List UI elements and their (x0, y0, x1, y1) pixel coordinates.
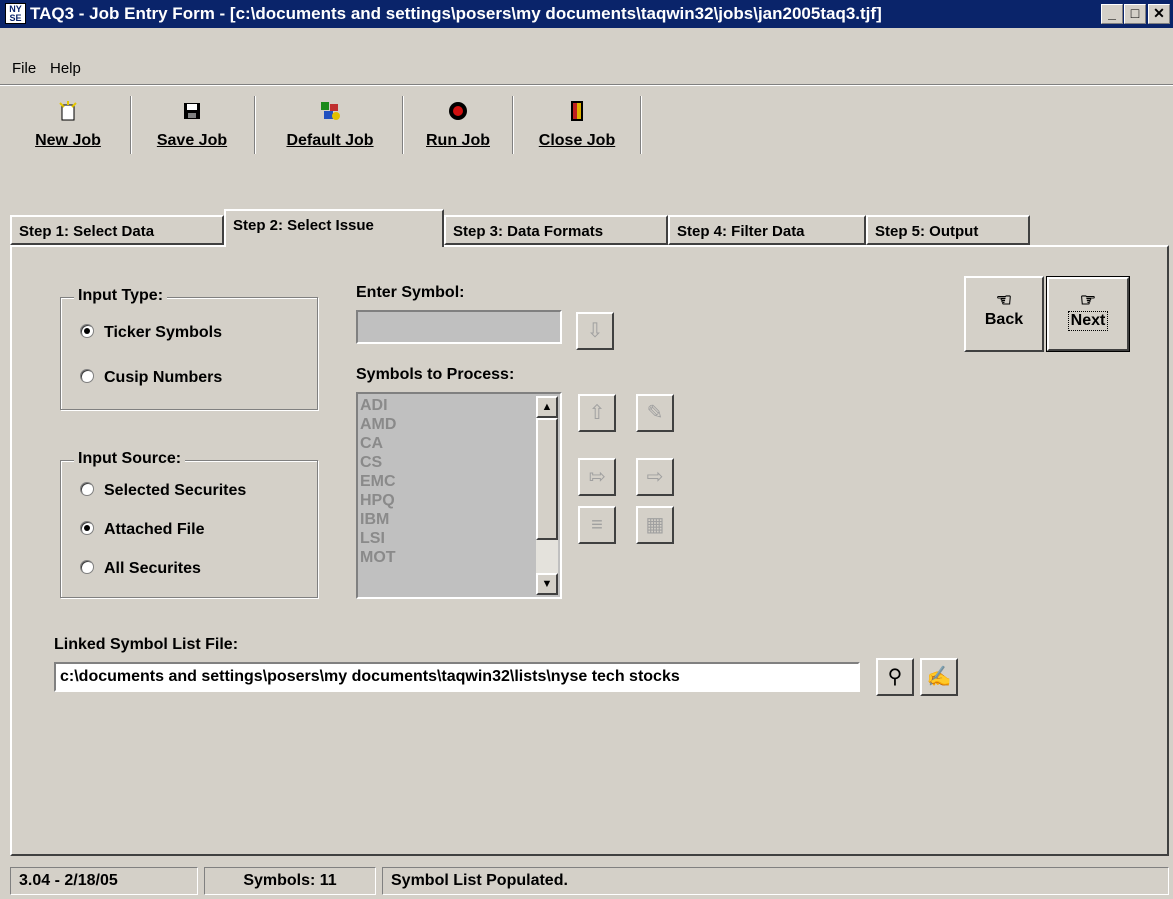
list-item[interactable]: CS (358, 453, 560, 472)
radio-indicator (80, 482, 94, 496)
floppy-disk-icon (184, 103, 200, 119)
list-item[interactable]: AMD (358, 415, 560, 434)
toolbar-separator (640, 96, 642, 154)
list-item[interactable]: CA (358, 434, 560, 453)
nyse-app-icon: NY SE (5, 3, 26, 24)
status-symbol-count: Symbols: 11 (204, 867, 376, 895)
radio-indicator (80, 521, 94, 535)
save-job-button[interactable]: Save Job (136, 92, 248, 158)
sort-list-button[interactable]: ≡ (578, 506, 616, 544)
scroll-up-button[interactable]: ▲ (536, 396, 558, 418)
linked-file-label: Linked Symbol List File: (54, 636, 239, 653)
menu-divider (0, 84, 1173, 86)
tab-output[interactable]: Step 5: Output (866, 215, 1030, 245)
edit-list-button[interactable]: ▦ (636, 506, 674, 544)
hand-left-icon: ☜ (995, 290, 1013, 310)
linked-file-input[interactable] (54, 662, 860, 692)
new-job-button[interactable]: New Job (10, 92, 126, 158)
input-type-title: Input Type: (74, 287, 168, 305)
exit-door-icon (571, 101, 583, 121)
add-symbol-button[interactable]: ⇩ (576, 312, 614, 350)
new-document-icon (59, 101, 77, 121)
back-button[interactable]: ☜ Back (964, 276, 1044, 352)
open-file-button[interactable]: ✍ (920, 658, 958, 696)
list-item[interactable]: LSI (358, 529, 560, 548)
input-source-title: Input Source: (74, 450, 186, 468)
browse-icon: ⚲ (887, 666, 903, 688)
tab-select-issue[interactable]: Step 2: Select Issue (224, 209, 444, 247)
up-arrow-icon: ⇧ (588, 402, 606, 424)
default-shapes-icon (321, 102, 340, 120)
toolbar: New Job Save Job Default Job Run Job Clo… (10, 92, 642, 158)
close-job-button[interactable]: Close Job (518, 92, 636, 158)
radio-cusip-numbers[interactable]: Cusip Numbers (80, 369, 222, 387)
enter-symbol-input[interactable] (356, 310, 562, 344)
toolbar-separator (512, 96, 514, 154)
record-run-icon (449, 102, 467, 120)
list-item[interactable]: HPQ (358, 491, 560, 510)
toolbar-separator (130, 96, 132, 154)
move-up-button[interactable]: ⇧ (578, 394, 616, 432)
maximize-button[interactable]: □ (1124, 4, 1146, 24)
status-version: 3.04 - 2/18/05 (10, 867, 198, 895)
list-item[interactable]: IBM (358, 510, 560, 529)
enter-symbol-label: Enter Symbol: (356, 284, 465, 301)
radio-ticker-symbols[interactable]: Ticker Symbols (80, 324, 222, 342)
open-document-icon: ✍ (926, 666, 952, 688)
radio-indicator (80, 324, 94, 338)
tab-select-data[interactable]: Step 1: Select Data (10, 215, 224, 245)
close-window-button[interactable]: ✕ (1148, 4, 1170, 24)
radio-indicator (80, 369, 94, 383)
down-arrow-icon: ⇩ (586, 320, 604, 342)
text-lines-icon: ≡ (591, 514, 603, 536)
window-title: TAQ3 - Job Entry Form - [c:\documents an… (30, 4, 882, 23)
next-button[interactable]: ☞ Next (1046, 276, 1130, 352)
menu-file[interactable]: File (12, 60, 36, 77)
status-message: Symbol List Populated. (382, 867, 1169, 895)
export-list-button[interactable]: ⇨ (636, 458, 674, 496)
tab-data-formats[interactable]: Step 3: Data Formats (444, 215, 668, 245)
export-icon: ⇨ (646, 466, 664, 488)
list-item[interactable]: EMC (358, 472, 560, 491)
clear-list-button[interactable]: ✎ (636, 394, 674, 432)
list-item[interactable]: MOT (358, 548, 560, 567)
import-icon: ⇰ (588, 466, 606, 488)
radio-attached-file[interactable]: Attached File (80, 521, 204, 539)
title-bar[interactable]: NY SE TAQ3 - Job Entry Form - [c:\documen… (0, 0, 1173, 28)
default-job-button[interactable]: Default Job (260, 92, 400, 158)
scroll-down-button[interactable]: ▼ (536, 573, 558, 595)
toolbar-separator (254, 96, 256, 154)
radio-indicator (80, 560, 94, 574)
document-edit-icon: ▦ (645, 514, 665, 536)
menu-help[interactable]: Help (50, 60, 81, 77)
symbols-to-process-label: Symbols to Process: (356, 366, 515, 383)
radio-all-securites[interactable]: All Securites (80, 560, 201, 578)
run-job-button[interactable]: Run Job (408, 92, 508, 158)
symbols-listbox[interactable]: ADI AMD CA CS EMC HPQ IBM LSI MOT (356, 392, 562, 599)
list-item[interactable]: ADI (358, 396, 560, 415)
input-type-group (60, 297, 318, 410)
eraser-icon: ✎ (646, 402, 664, 424)
scroll-thumb[interactable] (536, 418, 558, 540)
import-list-button[interactable]: ⇰ (578, 458, 616, 496)
toolbar-separator (402, 96, 404, 154)
browse-file-button[interactable]: ⚲ (876, 658, 914, 696)
minimize-button[interactable]: _ (1101, 4, 1123, 24)
radio-selected-securites[interactable]: Selected Securites (80, 482, 246, 500)
hand-right-icon: ☞ (1079, 290, 1097, 310)
tab-filter-data[interactable]: Step 4: Filter Data (668, 215, 866, 245)
